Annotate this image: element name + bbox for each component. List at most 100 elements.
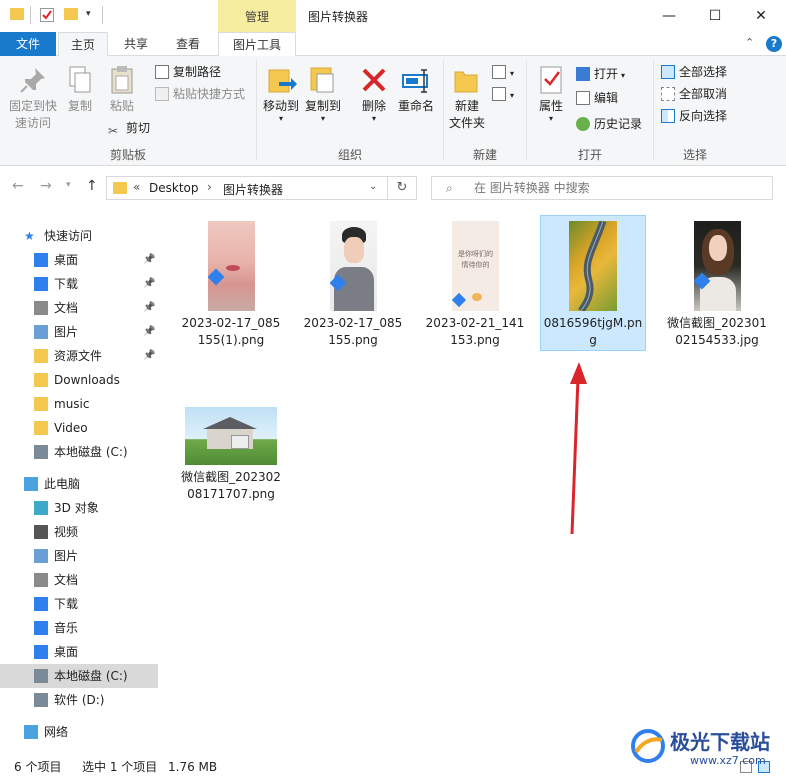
- nav-pc-item[interactable]: 桌面: [0, 640, 158, 664]
- properties-quick-icon[interactable]: [40, 8, 54, 22]
- nav-network[interactable]: 网络: [0, 720, 158, 744]
- nav-pc-item[interactable]: 下载: [0, 592, 158, 616]
- nav-this-pc[interactable]: 此电脑: [0, 472, 158, 496]
- search-input[interactable]: ⌕ 在 图片转换器 中搜索: [431, 176, 773, 200]
- paste-shortcut-icon: [155, 87, 169, 101]
- file-item[interactable]: 2023-02-17_085155.png: [300, 216, 406, 347]
- dropdown-icon: ▾: [621, 71, 626, 80]
- open-button[interactable]: 打开 ▾: [576, 64, 625, 84]
- new-folder-quick-icon[interactable]: [64, 8, 78, 20]
- maximize-button[interactable]: ☐: [692, 0, 738, 32]
- tab-view[interactable]: 查看: [164, 32, 212, 56]
- help-icon[interactable]: ?: [766, 36, 782, 52]
- nav-item[interactable]: music: [0, 392, 158, 416]
- folder-icon: [34, 421, 48, 435]
- select-all-button[interactable]: 全部选择: [661, 62, 727, 82]
- nav-item[interactable]: 文档 📌: [0, 296, 158, 320]
- file-item[interactable]: 是你呀们的 情待你的 2023-02-21_141153.png: [422, 216, 528, 347]
- breadcrumb-separator[interactable]: ›: [207, 180, 212, 194]
- road-landscape-thumbnail: [569, 221, 617, 311]
- item-count: 6 个项目: [14, 760, 62, 774]
- nav-label: 图片: [54, 325, 79, 339]
- edit-label: 编辑: [594, 91, 619, 105]
- copy-button[interactable]: 复制: [62, 64, 98, 115]
- close-button[interactable]: ✕: [738, 0, 784, 32]
- nav-item[interactable]: 图片 📌: [0, 320, 158, 344]
- paste-shortcut-button[interactable]: 粘贴快捷方式: [155, 84, 245, 104]
- delete-button[interactable]: 删除 ▾: [356, 64, 392, 123]
- address-bar[interactable]: « Desktop › 图片转换器 ⌄: [106, 176, 388, 200]
- copy-to-button[interactable]: 复制到 ▾: [302, 64, 344, 123]
- easy-access-icon: [492, 87, 506, 101]
- breadcrumb-current[interactable]: 图片转换器: [223, 181, 283, 198]
- pin-label-line2: 速访问: [14, 116, 51, 130]
- easy-access-button[interactable]: ▾: [492, 84, 514, 104]
- nav-item[interactable]: 本地磁盘 (C:): [0, 440, 158, 464]
- refresh-icon: ↻: [396, 180, 408, 195]
- cut-button[interactable]: ✂ 剪切: [108, 118, 150, 138]
- address-dropdown-icon[interactable]: ⌄: [369, 181, 377, 192]
- nav-pc-item[interactable]: 3D 对象: [0, 496, 158, 520]
- tab-file[interactable]: 文件: [0, 32, 56, 56]
- delete-label: 删除: [361, 99, 386, 113]
- nav-item[interactable]: 资源文件 📌: [0, 344, 158, 368]
- history-button[interactable]: 历史记录: [576, 114, 642, 134]
- customize-quick-access-icon[interactable]: ▾: [86, 9, 91, 19]
- paste-button[interactable]: 粘贴: [102, 64, 142, 115]
- refresh-button[interactable]: ↻: [388, 176, 417, 200]
- nav-item[interactable]: Downloads: [0, 368, 158, 392]
- new-item-button[interactable]: ▾: [492, 62, 514, 82]
- nav-quick-access[interactable]: ★ 快速访问: [0, 224, 158, 248]
- copy-icon: [64, 64, 96, 96]
- delete-x-icon: [358, 64, 390, 96]
- nav-label: 桌面: [54, 253, 79, 267]
- divider: [102, 6, 103, 24]
- up-arrow-icon[interactable]: ↑: [86, 178, 98, 194]
- minimize-button[interactable]: —: [646, 0, 692, 32]
- tab-home[interactable]: 主页: [58, 32, 108, 57]
- move-to-button[interactable]: 移动到 ▾: [260, 64, 302, 123]
- recent-locations-icon[interactable]: ▾: [66, 180, 71, 190]
- properties-button[interactable]: 属性 ▾: [532, 64, 570, 123]
- collapse-ribbon-icon[interactable]: ⌃: [745, 36, 754, 49]
- nav-label: 此电脑: [44, 477, 81, 491]
- nav-pc-item[interactable]: 音乐: [0, 616, 158, 640]
- manage-context-header: 管理: [218, 0, 296, 32]
- tab-picture-tools[interactable]: 图片工具: [218, 32, 296, 56]
- file-item[interactable]: 2023-02-17_085155(1).png: [178, 216, 284, 347]
- garage-door: [231, 435, 249, 449]
- pin-to-quick-access-button[interactable]: 固定到快 速访问: [4, 64, 62, 132]
- tab-share[interactable]: 共享: [112, 32, 160, 56]
- copy-path-button[interactable]: 复制路径: [155, 62, 221, 82]
- nav-pc-item[interactable]: 图片: [0, 544, 158, 568]
- rename-button[interactable]: 重命名: [394, 64, 438, 115]
- paste-icon: [106, 64, 138, 96]
- nav-label: 本地磁盘 (C:): [54, 669, 128, 683]
- nav-item[interactable]: 桌面 📌: [0, 248, 158, 272]
- nav-item[interactable]: 下载 📌: [0, 272, 158, 296]
- house-thumbnail: [185, 407, 277, 465]
- invert-selection-button[interactable]: 反向选择: [661, 106, 727, 126]
- forward-arrow-icon[interactable]: →: [40, 178, 52, 194]
- nav-pc-item[interactable]: 软件 (D:): [0, 688, 158, 712]
- nav-pc-item[interactable]: 文档: [0, 568, 158, 592]
- select-none-button[interactable]: 全部取消: [661, 84, 727, 104]
- nav-pc-item[interactable]: 视频: [0, 520, 158, 544]
- new-folder-button[interactable]: 新建 文件夹: [447, 64, 487, 132]
- open-image-icon: [576, 67, 590, 81]
- folder-icon: [34, 325, 48, 339]
- breadcrumb-desktop[interactable]: Desktop: [149, 181, 199, 195]
- star-icon: ★: [24, 229, 35, 243]
- nav-pc-item[interactable]: 本地磁盘 (C:): [0, 664, 158, 688]
- file-item[interactable]: 微信截图_20230208171707.png: [178, 402, 284, 522]
- folder-icon: [34, 277, 48, 291]
- window-title: 图片转换器: [308, 10, 369, 24]
- edit-button[interactable]: 编辑: [576, 88, 618, 108]
- nav-item[interactable]: Video: [0, 416, 158, 440]
- address-prefix[interactable]: «: [133, 180, 140, 194]
- back-arrow-icon[interactable]: ←: [12, 178, 24, 194]
- file-name: 2023-02-17_085155(1).png: [181, 316, 281, 347]
- file-item[interactable]: 微信截图_20230102154533.jpg: [664, 216, 770, 366]
- folder-icon: [34, 549, 48, 563]
- file-item-selected[interactable]: 0816596tjgM.png: [540, 215, 646, 351]
